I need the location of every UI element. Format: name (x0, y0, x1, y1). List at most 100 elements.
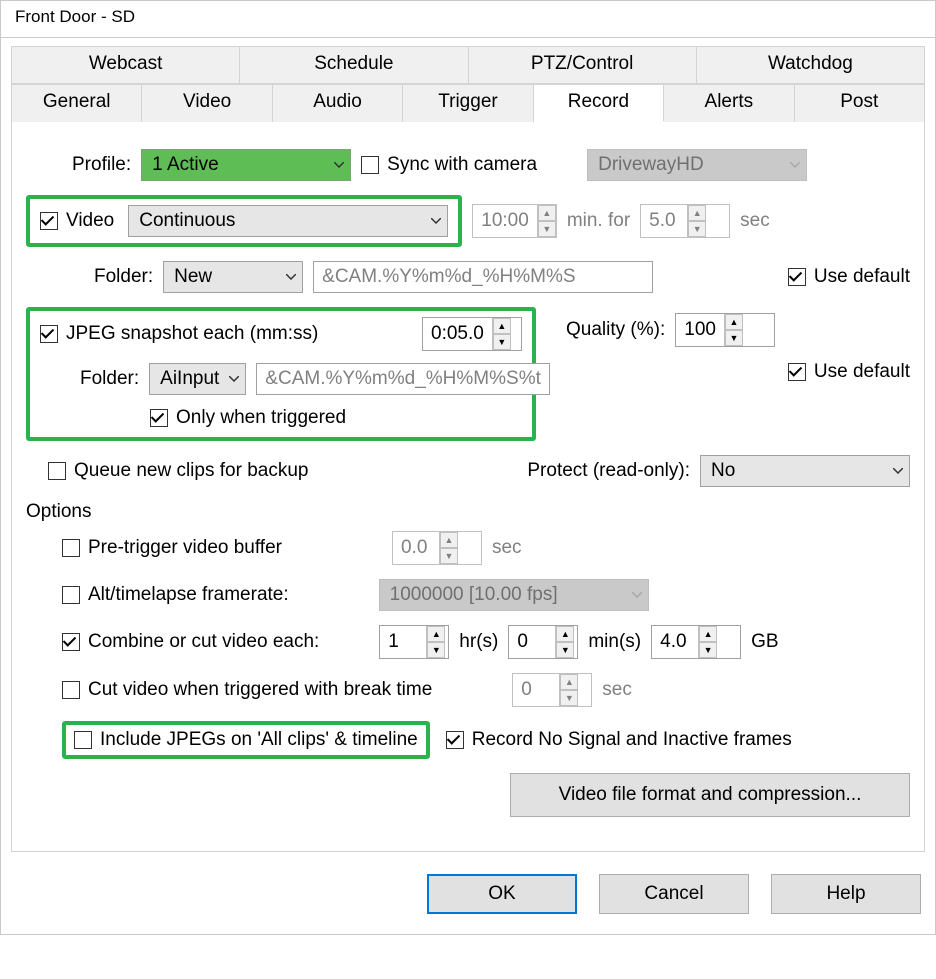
settings-window: Front Door - SD Webcast Schedule PTZ/Con… (0, 0, 936, 935)
tab-ptz[interactable]: PTZ/Control (469, 46, 697, 84)
video-sec-value: 5.0 (641, 205, 687, 237)
cancel-button[interactable]: Cancel (599, 874, 749, 914)
jpeg-quality-value: 100 (676, 314, 724, 346)
video-format-button-label: Video file format and compression... (559, 784, 862, 805)
video-folder-select[interactable]: New (163, 261, 303, 293)
checkbox-icon (62, 633, 80, 651)
tab-audio[interactable]: Audio (273, 84, 403, 122)
help-button-label: Help (826, 883, 865, 905)
checkbox-icon (361, 156, 379, 174)
cutbreak-value: 0 (513, 674, 559, 706)
include-jpegs-checkbox[interactable]: Include JPEGs on 'All clips' & timeline (74, 729, 418, 751)
chevron-down-icon (780, 162, 800, 168)
combine-hrs: 1 (380, 626, 426, 658)
jpeg-pattern-value: &CAM.%Y%m%d_%H%M%S%t (265, 368, 541, 390)
sync-camera-label: Sync with camera (387, 154, 537, 176)
queue-backup-checkbox[interactable]: Queue new clips for backup (48, 460, 308, 482)
cutbreak-spinner: 0 ▲▼ (512, 673, 592, 707)
chevron-down-icon (883, 468, 903, 474)
video-format-button[interactable]: Video file format and compression... (510, 773, 910, 817)
cutbreak-checkbox[interactable]: Cut video when triggered with break time (62, 679, 432, 701)
video-mode-select[interactable]: Continuous (128, 205, 448, 237)
tab-post[interactable]: Post (795, 84, 925, 122)
checkbox-icon (74, 731, 92, 749)
tab-trigger[interactable]: Trigger (403, 84, 533, 122)
jpeg-folder-label: Folder: (80, 368, 139, 390)
altfps-select: 1000000 [10.00 fps] (379, 579, 649, 611)
window-title: Front Door - SD (1, 1, 935, 38)
checkbox-icon (788, 268, 806, 286)
combine-checkbox[interactable]: Combine or cut video each: (62, 631, 319, 653)
jpeg-pattern-input[interactable]: &CAM.%Y%m%d_%H%M%S%t (256, 363, 550, 395)
jpeg-folder-value: AiInput (160, 368, 219, 390)
video-time-unit: min. for (567, 210, 630, 232)
video-sec-spinner: 5.0 ▲▼ (640, 204, 730, 238)
only-when-triggered-checkbox[interactable]: Only when triggered (150, 407, 346, 429)
pretrigger-checkbox[interactable]: Pre-trigger video buffer (62, 537, 282, 559)
pretrigger-unit: sec (492, 537, 522, 559)
jpeg-folder-select[interactable]: AiInput (149, 363, 246, 395)
chevron-down-icon (622, 592, 642, 598)
record-nosignal-checkbox[interactable]: Record No Signal and Inactive frames (446, 729, 792, 751)
ok-button-label: OK (488, 883, 515, 905)
dialog-buttons: OK Cancel Help (1, 852, 935, 934)
profile-value: 1 Active (152, 154, 219, 176)
altfps-label: Alt/timelapse framerate: (88, 584, 289, 606)
video-checkbox[interactable]: Video (40, 210, 114, 232)
tab-record[interactable]: Record (534, 84, 664, 122)
checkbox-icon (62, 539, 80, 557)
pretrigger-label: Pre-trigger video buffer (88, 537, 282, 559)
video-pattern-value: &CAM.%Y%m%d_%H%M%S (322, 266, 575, 288)
video-mode-value: Continuous (139, 210, 235, 232)
checkbox-icon (446, 731, 464, 749)
combine-gb: 4.0 (652, 626, 698, 658)
combine-hrs-spinner[interactable]: 1 ▲▼ (379, 625, 449, 659)
help-button[interactable]: Help (771, 874, 921, 914)
sync-camera-checkbox[interactable]: Sync with camera (361, 154, 537, 176)
jpeg-use-default-checkbox[interactable]: Use default (788, 361, 910, 383)
video-pattern-input[interactable]: &CAM.%Y%m%d_%H%M%S (313, 261, 653, 293)
profile-select[interactable]: 1 Active (141, 149, 351, 181)
include-jpegs-label: Include JPEGs on 'All clips' & timeline (100, 729, 418, 751)
camera-value: DrivewayHD (598, 154, 704, 176)
video-folder-value: New (174, 266, 212, 288)
tabs-row-1: Webcast Schedule PTZ/Control Watchdog (11, 46, 925, 84)
combine-mins-unit: min(s) (588, 631, 641, 653)
record-nosignal-label: Record No Signal and Inactive frames (472, 729, 792, 751)
cutbreak-label: Cut video when triggered with break time (88, 679, 432, 701)
combine-gb-unit: GB (751, 631, 778, 653)
video-time-spinner: 10:00 ▲▼ (472, 204, 557, 238)
combine-gb-spinner[interactable]: 4.0 ▲▼ (651, 625, 741, 659)
tab-webcast[interactable]: Webcast (11, 46, 240, 84)
tab-alerts[interactable]: Alerts (664, 84, 794, 122)
ok-button[interactable]: OK (427, 874, 577, 914)
tab-general[interactable]: General (11, 84, 142, 122)
tabs-row-2: General Video Audio Trigger Record Alert… (11, 84, 925, 122)
combine-mins: 0 (509, 626, 555, 658)
chevron-down-icon (421, 218, 441, 224)
jpeg-interval-spinner[interactable]: 0:05.0 ▲▼ (422, 317, 522, 351)
tab-video[interactable]: Video (142, 84, 272, 122)
combine-mins-spinner[interactable]: 0 ▲▼ (508, 625, 578, 659)
chevron-down-icon (324, 162, 344, 168)
checkbox-icon (40, 325, 58, 343)
jpeg-quality-spinner[interactable]: 100 ▲▼ (675, 313, 775, 347)
tab-watchdog[interactable]: Watchdog (697, 46, 925, 84)
camera-select: DrivewayHD (587, 149, 807, 181)
tab-schedule[interactable]: Schedule (240, 46, 468, 84)
video-folder-label: Folder: (94, 266, 153, 288)
checkbox-icon (48, 462, 66, 480)
jpeg-snapshot-checkbox[interactable]: JPEG snapshot each (mm:ss) (40, 323, 318, 345)
pretrigger-spinner: 0.0 ▲▼ (392, 531, 482, 565)
checkbox-icon (40, 212, 58, 230)
jpeg-interval-value: 0:05.0 (423, 318, 492, 350)
queue-backup-label: Queue new clips for backup (74, 460, 308, 482)
altfps-value: 1000000 [10.00 fps] (390, 584, 558, 606)
video-checkbox-label: Video (66, 210, 114, 232)
chevron-down-icon (219, 376, 239, 382)
checkbox-icon (788, 363, 806, 381)
protect-select[interactable]: No (700, 455, 910, 487)
cutbreak-unit: sec (602, 679, 632, 701)
video-use-default-checkbox[interactable]: Use default (788, 266, 910, 288)
altfps-checkbox[interactable]: Alt/timelapse framerate: (62, 584, 289, 606)
